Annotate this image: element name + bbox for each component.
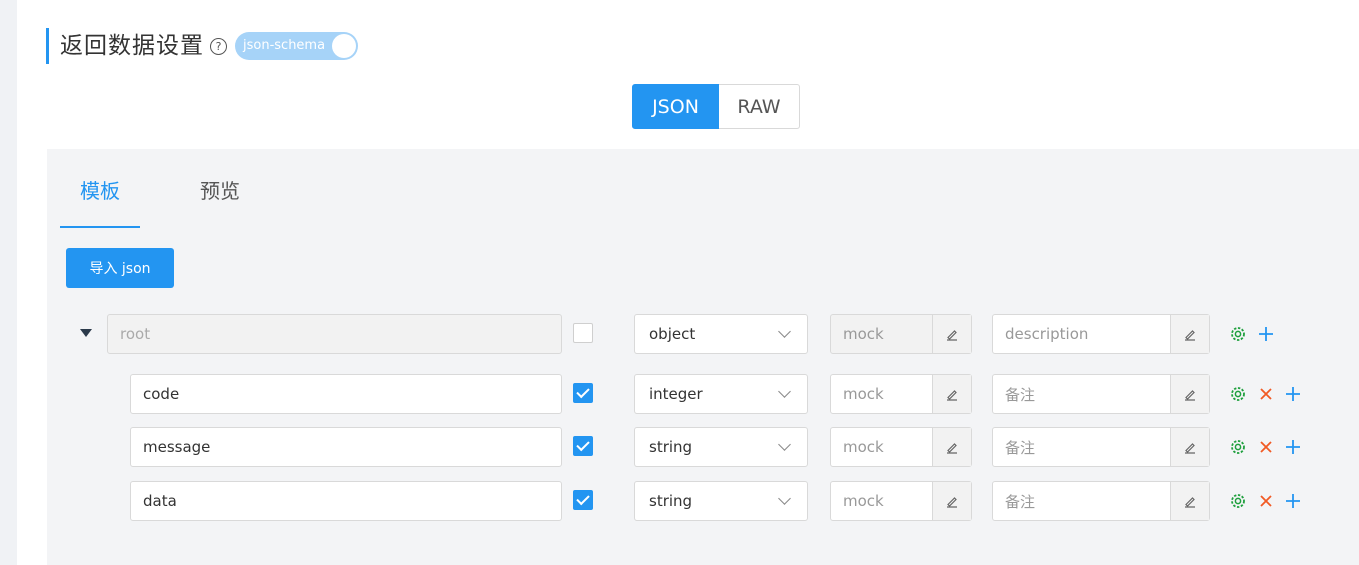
mock-input: mock xyxy=(843,325,884,343)
schema-row: message string mock 备注 xyxy=(47,427,1359,467)
close-icon[interactable] xyxy=(1256,437,1276,457)
question-circle-icon[interactable]: ? xyxy=(210,37,227,55)
pencil-edit-icon xyxy=(1185,497,1195,508)
page-title: 返回数据设置 xyxy=(60,33,204,59)
mock-input[interactable]: mock xyxy=(831,428,932,466)
plus-icon[interactable] xyxy=(1283,491,1303,511)
remark-input-group: 备注 xyxy=(992,374,1210,414)
plus-icon[interactable] xyxy=(1283,437,1303,457)
description-input[interactable]: description xyxy=(993,315,1170,353)
chevron-down-icon xyxy=(778,492,791,505)
field-name-input[interactable]: data xyxy=(130,481,562,521)
check-icon xyxy=(576,437,590,452)
type-select-value: object xyxy=(649,325,696,343)
plus-icon[interactable] xyxy=(1256,324,1276,344)
gear-icon[interactable] xyxy=(1228,491,1248,511)
close-icon[interactable] xyxy=(1256,384,1276,404)
close-icon[interactable] xyxy=(1256,491,1276,511)
field-name-input[interactable]: code xyxy=(130,374,562,414)
caret-down-icon[interactable] xyxy=(80,329,92,337)
import-json-button[interactable]: 导入 json xyxy=(66,248,174,288)
pencil-edit-icon xyxy=(1185,390,1195,401)
section-header: 返回数据设置 ? json-schema xyxy=(46,28,358,64)
tab-template[interactable]: 模板 xyxy=(60,149,140,229)
raw-format-button[interactable]: RAW xyxy=(719,84,800,129)
field-name-input[interactable]: message xyxy=(130,427,562,467)
mock-input[interactable]: mock xyxy=(831,482,932,520)
remark-input[interactable]: 备注 xyxy=(993,428,1170,466)
type-select-value: string xyxy=(649,438,693,456)
toggle-knob xyxy=(332,34,356,58)
mock-edit-button[interactable] xyxy=(932,375,971,413)
gear-icon[interactable] xyxy=(1228,384,1248,404)
gear-icon[interactable] xyxy=(1228,437,1248,457)
schema-editor-panel: 模板 预览 导入 json root object mock descripti… xyxy=(47,149,1359,565)
field-name-text: code xyxy=(143,385,180,403)
remark-edit-button[interactable] xyxy=(1170,375,1209,413)
section-accent-bar xyxy=(46,28,49,64)
description-input-group: description xyxy=(992,314,1210,354)
type-select[interactable]: string xyxy=(634,481,808,521)
pencil-edit-icon xyxy=(947,330,957,341)
required-checkbox[interactable] xyxy=(573,490,593,510)
pencil-edit-icon xyxy=(1185,443,1195,454)
tab-preview[interactable]: 预览 xyxy=(180,149,260,229)
chevron-down-icon xyxy=(778,385,791,398)
schema-row-root: root object mock description xyxy=(47,314,1359,354)
type-select[interactable]: string xyxy=(634,427,808,467)
schema-row: code integer mock 备注 xyxy=(47,374,1359,414)
gear-icon[interactable] xyxy=(1228,324,1248,344)
type-select[interactable]: integer xyxy=(634,374,808,414)
mock-edit-button[interactable] xyxy=(932,428,971,466)
required-checkbox[interactable] xyxy=(573,383,593,403)
mock-input-group: mock xyxy=(830,314,972,354)
mock-input-group: mock xyxy=(830,481,972,521)
mock-edit-button[interactable] xyxy=(932,315,971,353)
active-tab-indicator xyxy=(60,226,140,228)
type-select[interactable]: object xyxy=(634,314,808,354)
mock-edit-button[interactable] xyxy=(932,482,971,520)
check-icon xyxy=(576,384,590,399)
chevron-down-icon xyxy=(778,438,791,451)
format-toggle: JSON RAW xyxy=(632,84,800,129)
remark-input-group: 备注 xyxy=(992,427,1210,467)
mock-input[interactable]: mock xyxy=(831,375,932,413)
check-icon xyxy=(576,491,590,506)
field-name-input: root xyxy=(107,314,562,354)
remark-input[interactable]: 备注 xyxy=(993,482,1170,520)
required-checkbox[interactable] xyxy=(573,436,593,456)
remark-edit-button[interactable] xyxy=(1170,482,1209,520)
field-name-text: data xyxy=(143,492,177,510)
remark-input[interactable]: 备注 xyxy=(993,375,1170,413)
remark-edit-button[interactable] xyxy=(1170,428,1209,466)
pencil-edit-icon xyxy=(947,390,957,401)
required-checkbox[interactable] xyxy=(573,323,593,343)
field-name-text: message xyxy=(143,438,211,456)
schema-row: data string mock 备注 xyxy=(47,481,1359,521)
type-select-value: string xyxy=(649,492,693,510)
json-schema-toggle-label: json-schema xyxy=(243,38,326,53)
type-select-value: integer xyxy=(649,385,703,403)
chevron-down-icon xyxy=(778,325,791,338)
description-edit-button[interactable] xyxy=(1170,315,1209,353)
plus-icon[interactable] xyxy=(1283,384,1303,404)
remark-input-group: 备注 xyxy=(992,481,1210,521)
pencil-edit-icon xyxy=(947,497,957,508)
mock-input-group: mock xyxy=(830,427,972,467)
json-schema-toggle[interactable]: json-schema xyxy=(235,32,358,60)
field-name-text: root xyxy=(120,325,151,343)
json-format-button[interactable]: JSON xyxy=(632,84,719,129)
pencil-edit-icon xyxy=(947,443,957,454)
pencil-edit-icon xyxy=(1185,330,1195,341)
mock-input-group: mock xyxy=(830,374,972,414)
left-sidebar-strip xyxy=(0,0,17,565)
